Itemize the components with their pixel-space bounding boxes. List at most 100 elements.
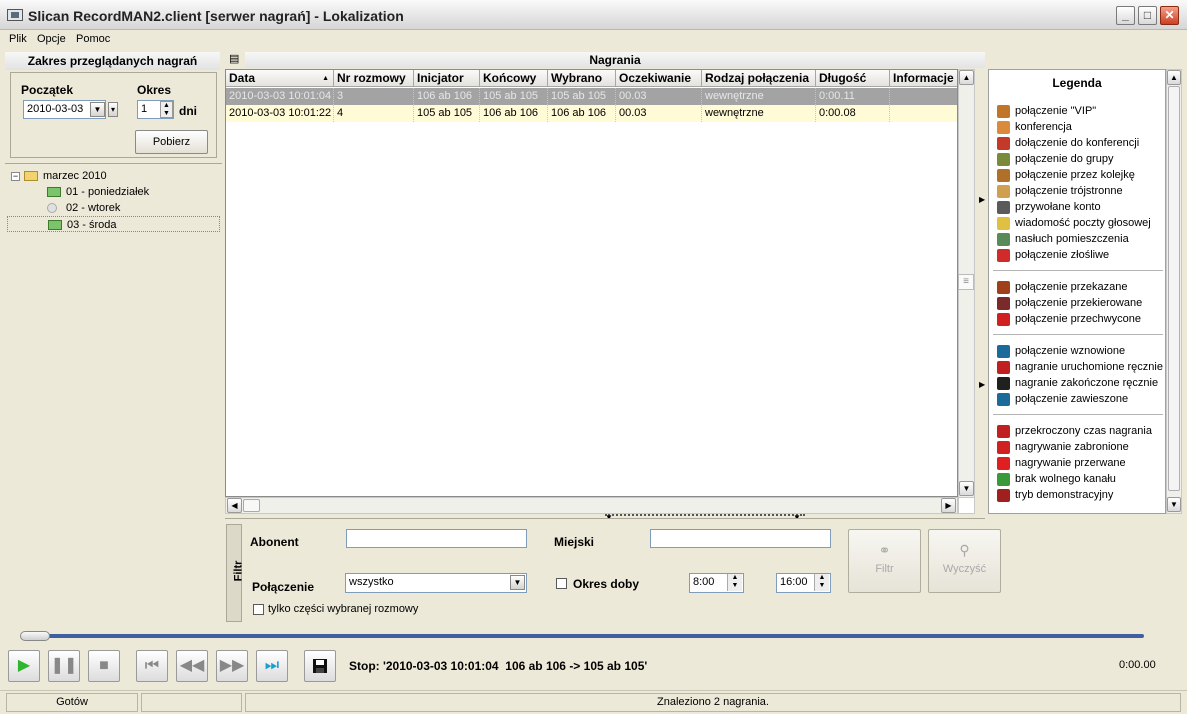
- menu-opcje[interactable]: Opcje: [37, 33, 66, 45]
- scroll-right-icon[interactable]: ▶: [941, 498, 956, 513]
- rewind-button[interactable]: ◀◀: [176, 650, 208, 682]
- legend-item: przywołane konto: [997, 199, 1101, 215]
- collapse-icon[interactable]: −: [11, 171, 20, 181]
- play-button[interactable]: ▶: [8, 650, 40, 682]
- col-header-length[interactable]: Długość: [816, 70, 890, 87]
- day-period-checkbox[interactable]: [556, 578, 567, 589]
- close-button[interactable]: ✕: [1160, 6, 1179, 25]
- stop-button[interactable]: ■: [88, 650, 120, 682]
- legend-item-icon: [997, 120, 1010, 134]
- col-header-nr[interactable]: Nr rozmowy: [334, 70, 414, 87]
- col-header-end[interactable]: Końcowy: [480, 70, 548, 87]
- table-row[interactable]: 2010-03-03 10:01:04 3 106 ab 106 105 ab …: [226, 88, 957, 105]
- scroll-thumb[interactable]: [243, 499, 260, 512]
- scroll-up-icon[interactable]: ▲: [1167, 70, 1181, 85]
- menu-plik[interactable]: Plik: [9, 33, 27, 45]
- floppy-icon: [313, 659, 327, 673]
- connection-select[interactable]: wszystko: [345, 573, 527, 593]
- col-header-info[interactable]: Informacje: [890, 70, 957, 87]
- binoculars-icon: ⚭: [878, 542, 891, 558]
- subscriber-field[interactable]: [346, 529, 527, 548]
- skip-end-button[interactable]: ⏭: [256, 650, 288, 682]
- filter-tab[interactable]: Filtr: [226, 524, 244, 622]
- scroll-down-icon[interactable]: ▼: [959, 481, 974, 496]
- splitter-arrow-icon[interactable]: ▶: [979, 380, 985, 389]
- legend-item-label: brak wolnego kanału: [1015, 473, 1116, 485]
- folder-icon: [24, 171, 38, 182]
- fetch-button[interactable]: Pobierz: [135, 130, 208, 154]
- legend-item: nagrywanie zabronione: [997, 439, 1129, 455]
- calendar-dropdown-icon[interactable]: ▾: [108, 102, 118, 117]
- fast-forward-button[interactable]: ▶▶: [216, 650, 248, 682]
- legend-item-icon: [997, 472, 1010, 486]
- save-button[interactable]: [304, 650, 336, 682]
- playback-thumb[interactable]: [20, 631, 50, 641]
- time-to-spinner[interactable]: ▲ ▼: [814, 574, 829, 591]
- col-header-type[interactable]: Rodzaj połączenia: [702, 70, 816, 87]
- playback-status: Stop: '2010-03-03 10:01:04 106 ab 106 ->…: [349, 659, 648, 673]
- legend-item-icon: [997, 280, 1010, 294]
- period-spinner[interactable]: ▲ ▼: [160, 101, 173, 118]
- legend-item-icon: [997, 360, 1010, 374]
- cell-info: [890, 88, 957, 105]
- grid-vertical-scrollbar[interactable]: ▲ ▼: [958, 69, 975, 514]
- col-header-dialed[interactable]: Wybrano: [548, 70, 616, 87]
- cell-date: 2010-03-03 10:01:22: [226, 105, 334, 122]
- col-header-wait[interactable]: Oczekiwanie: [616, 70, 702, 87]
- legend-item: tryb demonstracyjny: [997, 487, 1113, 503]
- filter-button[interactable]: ⚭ Filtr: [848, 529, 921, 593]
- legend-item-label: połączenie do grupy: [1015, 153, 1114, 165]
- minimize-button[interactable]: _: [1116, 6, 1135, 25]
- app-icon: [7, 9, 23, 21]
- legend-scrollbar[interactable]: ▲ ▼: [1166, 69, 1182, 514]
- tree-day-label: 03 - środa: [67, 219, 117, 231]
- legend-scroll-thumb[interactable]: [1168, 86, 1180, 491]
- legend-item-label: nasłuch pomieszczenia: [1015, 233, 1129, 245]
- grid-horizontal-scrollbar[interactable]: ◀ ▶: [225, 497, 958, 514]
- scroll-left-icon[interactable]: ◀: [227, 498, 242, 513]
- recordings-tree: − marzec 2010 01 - poniedziałek 02 - wtor…: [5, 163, 222, 623]
- legend-item-label: połączenie wznowione: [1015, 345, 1126, 357]
- menu-bar: Plik Opcje Pomoc: [0, 30, 1187, 48]
- pause-button[interactable]: ❚❚: [48, 650, 80, 682]
- city-field[interactable]: [650, 529, 831, 548]
- start-date-dropdown-icon[interactable]: ▼: [90, 102, 105, 117]
- legend-separator: [993, 270, 1163, 271]
- col-header-initiator[interactable]: Inicjator: [414, 70, 480, 87]
- chevron-down-icon[interactable]: ▼: [510, 575, 525, 590]
- only-selected-checkbox[interactable]: [253, 604, 264, 615]
- tree-root[interactable]: − marzec 2010: [11, 168, 107, 184]
- column-chooser-icon[interactable]: ▤: [229, 52, 239, 65]
- scroll-up-icon[interactable]: ▲: [959, 70, 974, 85]
- clear-button[interactable]: ⚲ Wyczyść: [928, 529, 1001, 593]
- maximize-button[interactable]: □: [1138, 6, 1157, 25]
- tree-day[interactable]: 01 - poniedziałek: [47, 184, 149, 200]
- playback-progress[interactable]: [22, 634, 1144, 638]
- legend-item-icon: [997, 488, 1010, 502]
- tree-day[interactable]: 02 - wtorek: [47, 200, 120, 216]
- cell-type: wewnętrzne: [702, 105, 816, 122]
- splitter-handle[interactable]: [605, 514, 805, 517]
- scroll-down-icon[interactable]: ▼: [1167, 497, 1181, 512]
- table-row[interactable]: 2010-03-03 10:01:22 4 105 ab 105 106 ab …: [226, 105, 957, 122]
- recordings-day-icon: [47, 187, 61, 198]
- start-label: Początek: [21, 83, 74, 97]
- splitter-arrow-icon[interactable]: ▶: [979, 195, 985, 204]
- tree-day-selected[interactable]: 03 - środa: [7, 216, 220, 232]
- legend-item-icon: [997, 456, 1010, 470]
- col-header-data[interactable]: Data ▲: [226, 70, 334, 87]
- playback-time: 0:00.00: [1119, 659, 1156, 671]
- skip-start-button[interactable]: ⏮: [136, 650, 168, 682]
- legend-item: połączenie wznowione: [997, 343, 1125, 359]
- legend-item-label: tryb demonstracyjny: [1015, 489, 1114, 501]
- legend-item-icon: [997, 424, 1010, 438]
- notes-icon[interactable]: ≡: [958, 274, 974, 290]
- legend-item-label: przekroczony czas nagrania: [1015, 425, 1152, 437]
- legend-item-icon: [997, 248, 1010, 262]
- subscriber-label: Abonent: [250, 535, 299, 549]
- range-box: Początek 2010-03-03 ▼ ▾ Okres 1 ▲ ▼ dni P…: [10, 72, 217, 158]
- time-from-spinner[interactable]: ▲ ▼: [727, 574, 742, 591]
- menu-pomoc[interactable]: Pomoc: [76, 33, 110, 45]
- city-label: Miejski: [554, 535, 595, 549]
- clear-button-label: Wyczyść: [942, 563, 987, 575]
